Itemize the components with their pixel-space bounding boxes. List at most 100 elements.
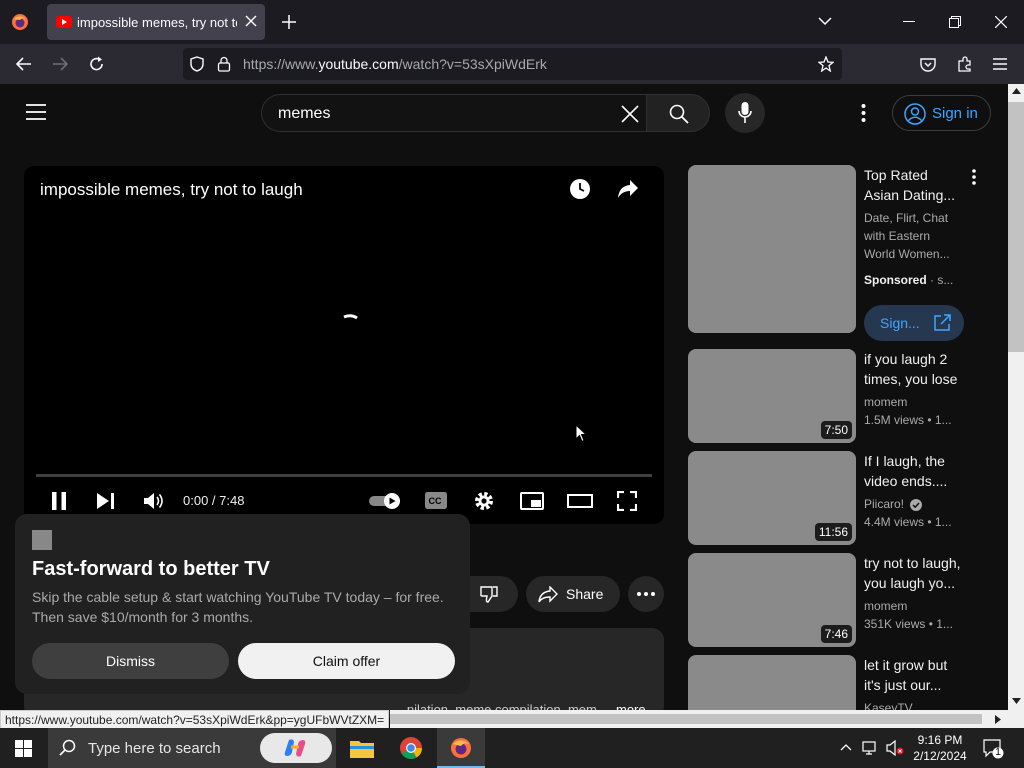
fullscreen-button[interactable]: [617, 491, 637, 511]
settings-more-icon[interactable]: [861, 104, 866, 122]
clock[interactable]: 9:16 PM 2/12/2024: [912, 732, 968, 764]
video-meta: 351K views • 1...: [864, 617, 953, 631]
list-tabs-icon[interactable]: [818, 17, 832, 26]
video-title[interactable]: try not to laugh, you laugh yo...: [864, 553, 964, 593]
taskbar-search-placeholder: Type here to search: [88, 740, 221, 757]
settings-gear-icon[interactable]: [474, 491, 494, 511]
scroll-right-icon[interactable]: [995, 715, 1001, 724]
youtube-favicon-icon: [56, 16, 72, 28]
video-duration: 7:50: [820, 421, 852, 439]
video-title[interactable]: If I laugh, the video ends....: [864, 451, 964, 491]
address-bar[interactable]: https://www.youtube.com/watch?v=53sXpiWd…: [183, 48, 842, 80]
volume-muted-icon[interactable]: [886, 740, 904, 756]
volume-button[interactable]: [144, 492, 164, 510]
player-video-title[interactable]: impossible memes, try not to laugh: [40, 180, 303, 200]
video-thumbnail[interactable]: 7:50: [688, 349, 856, 443]
share-icon: [538, 586, 558, 603]
youtube-tv-logo-icon: [32, 530, 52, 550]
search-button[interactable]: [646, 94, 710, 132]
captions-button[interactable]: CC: [425, 492, 447, 509]
taskbar-search-icon: [59, 739, 77, 757]
copilot-icon[interactable]: [260, 733, 332, 763]
youtube-tv-promo-dialog: Fast-forward to better TV Skip the cable…: [15, 514, 470, 694]
ad-thumbnail[interactable]: [688, 165, 856, 333]
mouse-cursor-icon: [575, 424, 587, 443]
lock-icon[interactable]: [217, 56, 231, 72]
firefox-taskbar-button[interactable]: [437, 728, 485, 768]
windows-taskbar: Type here to search 9:16 PM 2/12/2024 1: [0, 728, 1024, 768]
restore-icon[interactable]: [949, 16, 961, 28]
external-link-icon: [933, 314, 951, 332]
pocket-icon[interactable]: [920, 57, 936, 72]
next-video-button[interactable]: [97, 493, 115, 509]
miniplayer-button[interactable]: [520, 492, 544, 510]
video-thumbnail[interactable]: 11:56: [688, 451, 856, 545]
scrollbar-thumb[interactable]: [1008, 102, 1024, 352]
more-actions-button[interactable]: [628, 576, 664, 612]
video-thumbnail[interactable]: 7:46: [688, 553, 856, 647]
notifications-icon[interactable]: 1: [983, 739, 1005, 759]
scroll-up-icon[interactable]: [1012, 88, 1021, 94]
share-arrow-icon[interactable]: [618, 180, 638, 198]
app-menu-icon[interactable]: [993, 58, 1007, 70]
tracking-shield-icon[interactable]: [190, 56, 204, 72]
account-icon: [904, 103, 926, 125]
autoplay-toggle[interactable]: [368, 492, 402, 510]
video-channel[interactable]: KaseyTV: [864, 699, 913, 710]
share-label: Share: [566, 586, 604, 602]
share-button[interactable]: Share: [526, 576, 620, 612]
url-text[interactable]: https://www.youtube.com/watch?v=53sXpiWd…: [243, 56, 547, 72]
clock-time: 9:16 PM: [917, 733, 963, 747]
close-tab-icon[interactable]: [245, 15, 257, 27]
search-box[interactable]: memes: [261, 94, 647, 132]
close-window-icon[interactable]: [995, 16, 1007, 28]
network-icon[interactable]: [862, 740, 880, 756]
vertical-scrollbar[interactable]: [1008, 84, 1024, 710]
windows-start-icon[interactable]: [15, 740, 32, 757]
forward-icon[interactable]: [52, 57, 68, 71]
hscroll-thumb[interactable]: [390, 714, 982, 724]
chrome-icon[interactable]: [400, 737, 422, 759]
new-tab-icon[interactable]: [282, 15, 296, 29]
ad-more-icon[interactable]: [972, 169, 976, 185]
video-duration: 11:56: [814, 523, 852, 541]
ad-title[interactable]: Top Rated Asian Dating...: [864, 165, 959, 205]
dislike-button[interactable]: [470, 576, 518, 612]
taskbar-search-box[interactable]: Type here to search: [48, 728, 336, 768]
firefox-menu-icon[interactable]: [11, 13, 29, 31]
video-title[interactable]: if you laugh 2 times, you lose: [864, 349, 964, 389]
watch-later-icon[interactable]: [570, 179, 590, 199]
dismiss-button[interactable]: Dismiss: [32, 643, 229, 679]
horizontal-scrollbar[interactable]: [390, 710, 1024, 728]
clear-search-icon[interactable]: [621, 105, 639, 123]
video-channel[interactable]: Piicaro!: [864, 495, 923, 513]
search-input[interactable]: memes: [278, 105, 330, 123]
video-thumbnail[interactable]: [688, 655, 856, 710]
reload-icon[interactable]: [89, 56, 104, 72]
scroll-down-icon[interactable]: [1012, 698, 1021, 704]
ad-cta-button[interactable]: Sign...: [864, 305, 964, 341]
tab-title: impossible memes, try not to laugh - You…: [77, 15, 237, 30]
file-explorer-icon[interactable]: [350, 738, 374, 758]
claim-offer-button[interactable]: Claim offer: [238, 643, 455, 679]
tray-chevron-icon[interactable]: [840, 744, 852, 751]
progress-bar[interactable]: [36, 474, 652, 477]
browser-tab[interactable]: impossible memes, try not to laugh - You…: [47, 4, 265, 40]
voice-search-button[interactable]: [725, 93, 765, 133]
sign-in-button[interactable]: Sign in: [892, 95, 991, 131]
video-player[interactable]: impossible memes, try not to laugh 0:00 …: [24, 166, 664, 524]
browser-nav-bar: https://www.youtube.com/watch?v=53sXpiWd…: [0, 44, 1024, 84]
bookmark-star-icon[interactable]: [818, 56, 834, 72]
back-icon[interactable]: [16, 57, 32, 71]
theater-mode-button[interactable]: [567, 494, 593, 508]
time-display: 0:00 / 7:48: [183, 493, 245, 508]
video-title[interactable]: let it grow but it's just our...: [864, 655, 964, 695]
more-horizontal-icon: [637, 592, 655, 596]
minimize-icon[interactable]: [903, 21, 915, 23]
pause-button[interactable]: [51, 492, 67, 510]
video-channel[interactable]: momem: [864, 597, 907, 615]
video-channel[interactable]: momem: [864, 393, 907, 411]
guide-menu-icon[interactable]: [26, 104, 46, 120]
thumbs-down-icon: [480, 585, 498, 603]
extensions-icon[interactable]: [957, 56, 973, 72]
